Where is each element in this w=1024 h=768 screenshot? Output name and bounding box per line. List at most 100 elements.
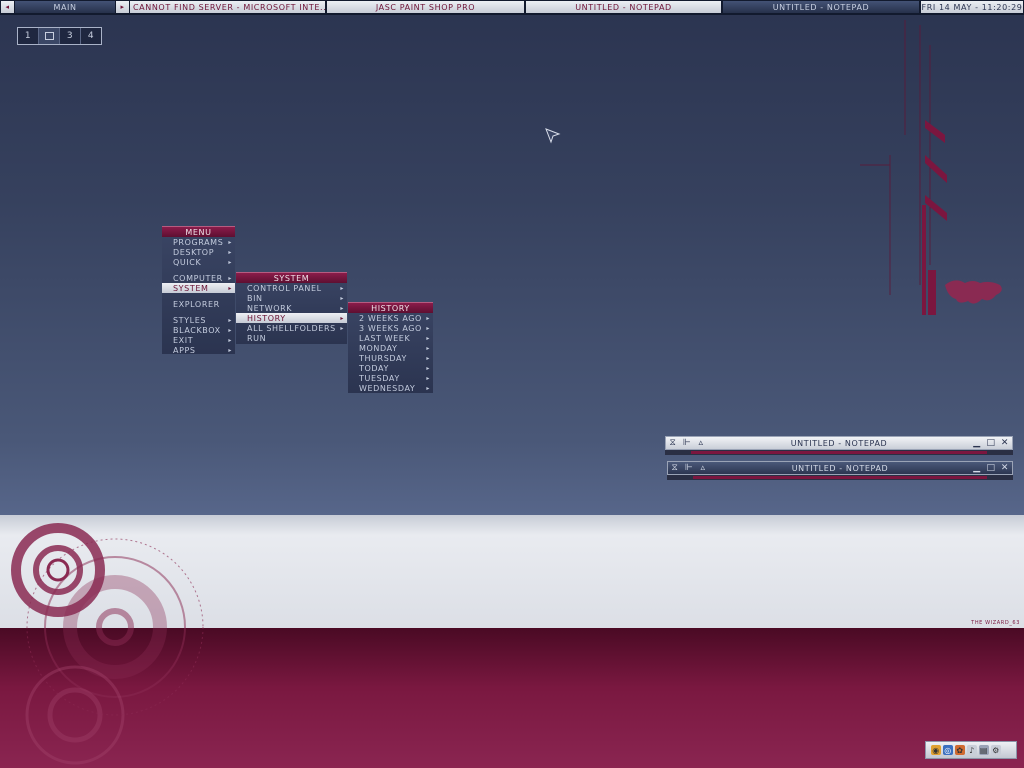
paint-icon[interactable]: ✿ (955, 745, 965, 755)
menu-item-monday[interactable]: Monday ▸ (348, 343, 433, 353)
menu-item-label: Tuesday (359, 373, 400, 383)
history-submenu: History 2 weeks ago ▸ 3 weeks ago ▸ Last… (348, 302, 433, 393)
notepad-window-2: ⧖ ⊩ ▵ Untitled - Notepad ▁ □ ✕ (667, 461, 1013, 481)
menu-item-label: Quick (173, 257, 202, 267)
menu-item-today[interactable]: Today ▸ (348, 363, 433, 373)
submenu-arrow-icon: ▸ (426, 324, 430, 332)
workspace-next-button[interactable]: ▸ (116, 1, 129, 13)
menu-item-history[interactable]: History ▸ (236, 313, 347, 323)
menu-item-label: Apps (173, 345, 196, 355)
menu-item-last-week[interactable]: Last week ▸ (348, 333, 433, 343)
menu-item-label: 3 weeks ago (359, 323, 422, 333)
submenu-arrow-icon: ▸ (340, 324, 344, 332)
submenu-arrow-icon: ▸ (426, 354, 430, 362)
clock-label: Fri 14 May - 11:20:29 (921, 1, 1023, 13)
settings-icon[interactable]: ⚙ (991, 745, 1001, 755)
menu-item-label: Monday (359, 343, 398, 353)
task-button-paintshop[interactable]: Jasc Paint Shop Pro (327, 1, 524, 13)
workspace-pager: 1 2 3 4 (17, 27, 102, 45)
gear-decoration-icon (11, 523, 204, 765)
submenu-arrow-icon: ▸ (228, 326, 232, 334)
network-icon[interactable]: ◎ (943, 745, 953, 755)
menu-item-network[interactable]: Network ▸ (236, 303, 347, 313)
submenu-arrow-icon: ▸ (340, 284, 344, 292)
submenu-arrow-icon: ▸ (340, 304, 344, 312)
menu-item-3-weeks-ago[interactable]: 3 weeks ago ▸ (348, 323, 433, 333)
shade-icon[interactable]: ▵ (694, 437, 708, 449)
menu-item-apps[interactable]: Apps ▸ (162, 345, 235, 355)
notepad-1-title: Untitled - Notepad (790, 438, 888, 448)
menu-item-label: Last week (359, 333, 411, 343)
submenu-arrow-icon: ▸ (228, 274, 232, 282)
menu-item-run[interactable]: Run (236, 333, 347, 343)
maximize-icon[interactable]: □ (984, 462, 998, 474)
minimize-icon[interactable]: ▁ (970, 437, 984, 449)
shade-icon[interactable]: ▵ (696, 462, 710, 474)
mouse-cursor-icon (545, 128, 561, 144)
menu-item-desktop[interactable]: Desktop ▸ (162, 247, 235, 257)
workspace-name-label[interactable]: Main (15, 1, 115, 13)
workspace-1-button[interactable]: 1 (18, 28, 39, 44)
submenu-arrow-icon: ▸ (426, 384, 430, 392)
display-icon[interactable]: ▤ (979, 745, 989, 755)
menu-item-styles[interactable]: Styles ▸ (162, 315, 235, 325)
submenu-arrow-icon: ▸ (426, 344, 430, 352)
speaker-icon[interactable]: ♪ (967, 745, 977, 755)
menu-item-explorer[interactable]: Explorer (162, 299, 235, 309)
menu-item-exit[interactable]: Exit ▸ (162, 335, 235, 345)
system-submenu: System Control Panel ▸ Bin ▸ Network ▸ H… (236, 272, 347, 344)
sticky-icon[interactable]: ⧖ (668, 462, 682, 474)
workspace-prev-button[interactable]: ◂ (1, 1, 14, 13)
menu-item-label: Computer (173, 273, 223, 283)
menu-item-label: Thursday (359, 353, 407, 363)
submenu-arrow-icon: ▸ (426, 314, 430, 322)
menu-item-programs[interactable]: Programs ▸ (162, 237, 235, 247)
winamp-icon[interactable]: ◉ (931, 745, 941, 755)
menu-item-label: Bin (247, 293, 263, 303)
task-button-browser[interactable]: Cannot find server - Microsoft Inte... (130, 1, 325, 13)
menu-item-bin[interactable]: Bin ▸ (236, 293, 347, 303)
workspace-2-button[interactable]: 2 (39, 28, 60, 44)
menu-item-label: Programs (173, 237, 224, 247)
submenu-arrow-icon: ▸ (228, 238, 232, 246)
system-tray: ◉ ◎ ✿ ♪ ▤ ⚙ (925, 741, 1017, 759)
iconify-icon[interactable]: ⊩ (682, 462, 696, 474)
menu-item-all-shellfolders[interactable]: All Shellfolders ▸ (236, 323, 347, 333)
notepad-1-handle[interactable] (665, 450, 1013, 455)
task-button-notepad-2[interactable]: Untitled - Notepad (723, 1, 919, 13)
toolbar: ◂ Main ▸ Cannot find server - Microsoft … (0, 0, 1024, 15)
menu-item-label: Run (247, 333, 267, 343)
workspace-3-button[interactable]: 3 (60, 28, 81, 44)
notepad-2-handle[interactable] (667, 475, 1013, 480)
circuit-decoration-icon (860, 20, 1002, 315)
menu-item-computer[interactable]: Computer ▸ (162, 273, 235, 283)
menu-item-2-weeks-ago[interactable]: 2 weeks ago ▸ (348, 313, 433, 323)
maximize-icon[interactable]: □ (984, 437, 998, 449)
notepad-2-titlebar[interactable]: ⧖ ⊩ ▵ Untitled - Notepad ▁ □ ✕ (667, 461, 1013, 475)
menu-item-label: Today (359, 363, 389, 373)
menu-item-wednesday[interactable]: Wednesday ▸ (348, 383, 433, 393)
menu-item-label: Wednesday (359, 383, 416, 393)
task-button-notepad-1[interactable]: Untitled - Notepad (526, 1, 721, 13)
menu-item-control-panel[interactable]: Control Panel ▸ (236, 283, 347, 293)
iconify-icon[interactable]: ⊩ (680, 437, 694, 449)
minimize-icon[interactable]: ▁ (970, 462, 984, 474)
sticky-icon[interactable]: ⧖ (666, 437, 680, 449)
submenu-arrow-icon: ▸ (340, 314, 344, 322)
menu-item-blackbox[interactable]: Blackbox ▸ (162, 325, 235, 335)
menu-item-quick[interactable]: Quick ▸ (162, 257, 235, 267)
workspace-4-button[interactable]: 4 (81, 28, 101, 44)
menu-item-thursday[interactable]: Thursday ▸ (348, 353, 433, 363)
submenu-arrow-icon: ▸ (228, 316, 232, 324)
close-icon[interactable]: ✕ (998, 462, 1012, 474)
root-menu: Menu Programs ▸ Desktop ▸ Quick ▸ Comput… (162, 226, 235, 355)
notepad-1-titlebar[interactable]: ⧖ ⊩ ▵ Untitled - Notepad ▁ □ ✕ (665, 436, 1013, 450)
history-submenu-title: History (348, 302, 433, 313)
submenu-arrow-icon: ▸ (228, 346, 232, 354)
submenu-arrow-icon: ▸ (426, 334, 430, 342)
menu-item-label: Control Panel (247, 283, 322, 293)
close-icon[interactable]: ✕ (998, 437, 1012, 449)
menu-item-tuesday[interactable]: Tuesday ▸ (348, 373, 433, 383)
menu-item-system[interactable]: System ▸ (162, 283, 235, 293)
submenu-arrow-icon: ▸ (426, 374, 430, 382)
